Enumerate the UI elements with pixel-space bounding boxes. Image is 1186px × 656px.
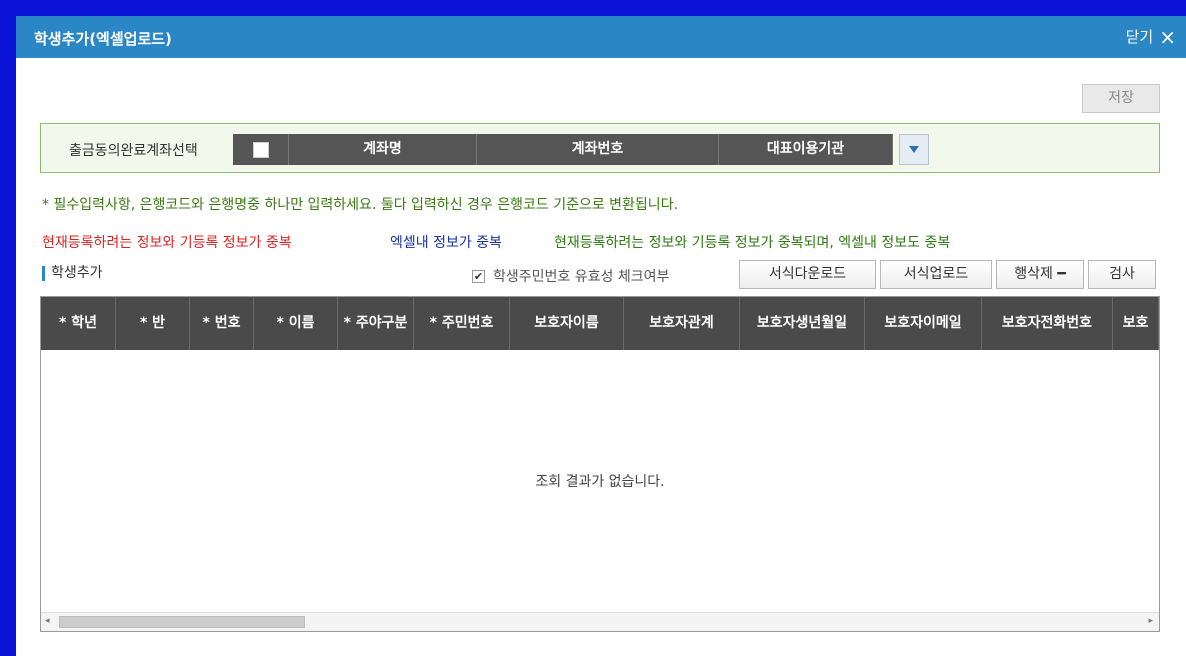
legend-duplicate-both: 현재등록하려는 정보와 기등록 정보가 중복되며, 엑셀내 정보도 중복 bbox=[554, 235, 951, 251]
save-button[interactable]: 저장 bbox=[1082, 84, 1160, 113]
upload-template-button[interactable]: 서식업로드 bbox=[880, 260, 992, 289]
dialog: 학생추가(엑셀업로드) 닫기 × 저장 출금동의완료계좌선택 계좌명 계좌번호 … bbox=[16, 16, 1186, 656]
col-guardian-name[interactable]: 보호자이름 bbox=[510, 297, 624, 350]
dialog-titlebar: 학생추가(엑셀업로드) 닫기 × bbox=[16, 16, 1186, 58]
section-title: 학생추가 bbox=[42, 266, 103, 281]
col-name[interactable]: * 이름 bbox=[254, 297, 338, 350]
col-guardian-email[interactable]: 보호자이메일 bbox=[865, 297, 982, 350]
scroll-left-icon[interactable]: ◂ bbox=[45, 616, 50, 626]
empty-message: 조회 결과가 없습니다. bbox=[535, 474, 665, 490]
legend-duplicate-registered: 현재등록하려는 정보와 기등록 정보가 중복 bbox=[42, 235, 292, 251]
col-daynight[interactable]: * 주야구분 bbox=[338, 297, 414, 350]
account-col-institution: 대표이용기관 bbox=[719, 134, 893, 165]
window-frame: 학생추가(엑셀업로드) 닫기 × 저장 출금동의완료계좌선택 계좌명 계좌번호 … bbox=[0, 0, 1186, 656]
download-template-button[interactable]: 서식다운로드 bbox=[739, 260, 876, 289]
account-select-panel: 출금동의완료계좌선택 계좌명 계좌번호 대표이용기관 bbox=[40, 123, 1160, 173]
horizontal-scrollbar[interactable]: ◂ ▸ bbox=[41, 612, 1159, 631]
col-guardian-relation[interactable]: 보호자관계 bbox=[624, 297, 740, 350]
close-button[interactable]: 닫기 × bbox=[1126, 26, 1176, 47]
validity-check-label: 학생주민번호 유효성 체크여부 bbox=[493, 269, 670, 285]
account-col-name: 계좌명 bbox=[289, 134, 477, 165]
col-number[interactable]: * 번호 bbox=[190, 297, 254, 350]
close-label: 닫기 bbox=[1125, 28, 1154, 46]
validate-button[interactable]: 검사 bbox=[1088, 260, 1156, 289]
col-guardian-birthdate[interactable]: 보호자생년월일 bbox=[740, 297, 865, 350]
chevron-down-icon bbox=[909, 146, 919, 153]
close-icon: × bbox=[1159, 24, 1176, 49]
account-dropdown-button[interactable] bbox=[899, 134, 929, 165]
col-guardian-phone[interactable]: 보호자전화번호 bbox=[982, 297, 1113, 350]
student-grid: * 학년 * 반 * 번호 * 이름 * 주야구분 * 주민번호 보호자이름 보… bbox=[40, 296, 1160, 632]
validity-check-option[interactable]: ✔ 학생주민번호 유효성 체크여부 bbox=[472, 266, 669, 286]
scroll-right-icon[interactable]: ▸ bbox=[1148, 616, 1153, 626]
grid-header: * 학년 * 반 * 번호 * 이름 * 주야구분 * 주민번호 보호자이름 보… bbox=[41, 297, 1159, 350]
account-select-label: 출금동의완료계좌선택 bbox=[69, 143, 198, 159]
account-grid-header: 계좌명 계좌번호 대표이용기관 bbox=[233, 134, 893, 165]
account-select-all-checkbox[interactable] bbox=[233, 134, 289, 165]
dialog-title: 학생추가(엑셀업로드) bbox=[34, 30, 172, 48]
col-grade[interactable]: * 학년 bbox=[41, 297, 116, 350]
col-resident-number[interactable]: * 주민번호 bbox=[414, 297, 510, 350]
legend-duplicate-excel: 엑셀내 정보가 중복 bbox=[390, 235, 502, 251]
validity-checkbox[interactable]: ✔ bbox=[472, 269, 485, 283]
required-notice: * 필수입력사항, 은행코드와 은행명중 하나만 입력하세요. 둘다 입력하신 … bbox=[42, 197, 679, 213]
col-class[interactable]: * 반 bbox=[116, 297, 190, 350]
col-guardian-more[interactable]: 보호 bbox=[1113, 297, 1159, 350]
scrollbar-thumb[interactable] bbox=[59, 616, 305, 628]
account-col-number: 계좌번호 bbox=[477, 134, 719, 165]
delete-row-button[interactable]: 행삭제 ━ bbox=[996, 260, 1084, 289]
checkbox-box bbox=[252, 141, 269, 158]
